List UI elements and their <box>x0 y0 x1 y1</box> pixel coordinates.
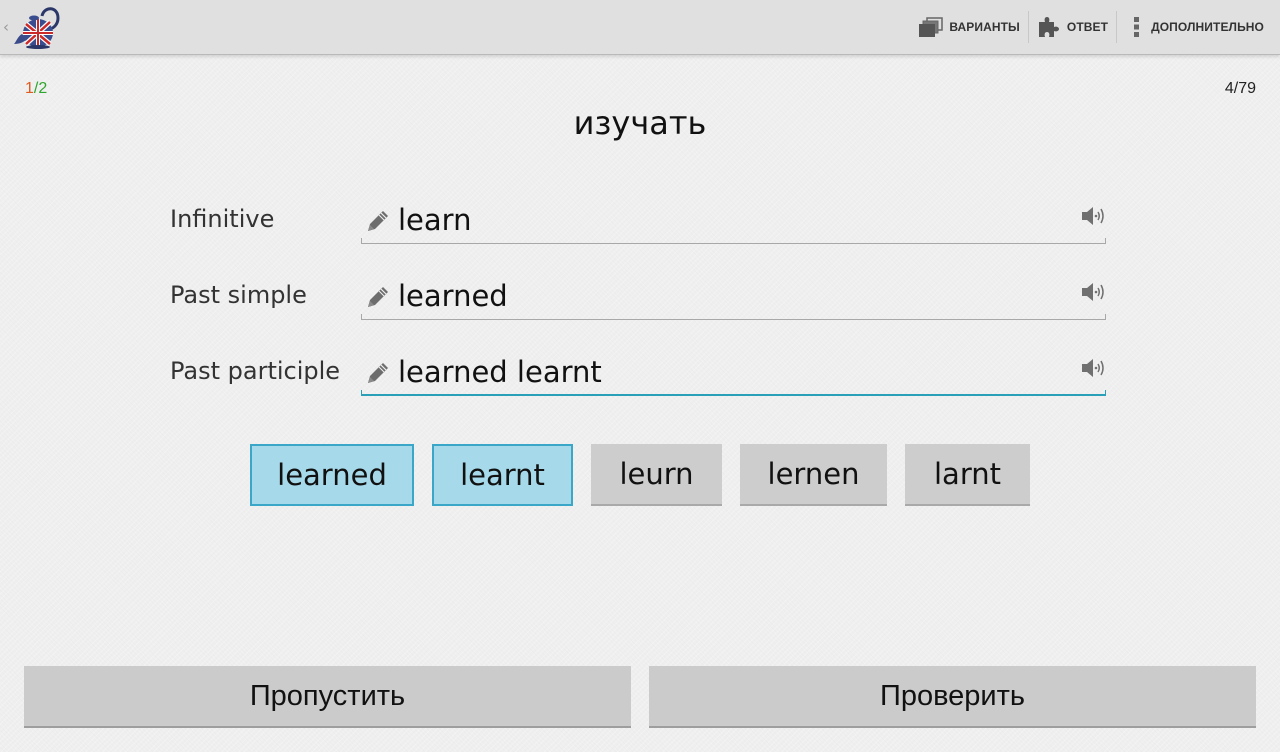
skip-button[interactable]: Пропустить <box>24 666 631 728</box>
attempt-total: 2 <box>38 80 48 97</box>
past-simple-label: Past simple <box>170 281 307 309</box>
options-button-label: ВАРИАНТЫ <box>949 20 1020 34</box>
field-underline-active <box>361 390 1106 396</box>
speaker-icon[interactable] <box>1080 280 1106 304</box>
options-button[interactable]: ВАРИАНТЫ <box>911 0 1028 54</box>
past-participle-field[interactable]: learned learnt <box>361 348 1106 396</box>
puzzle-piece-icon <box>1038 17 1059 37</box>
overflow-menu-icon <box>1134 17 1140 37</box>
answer-button-label: ОТВЕТ <box>1066 20 1109 34</box>
infinitive-field[interactable]: learn <box>361 196 1106 244</box>
option-chip-lernen[interactable]: lernen <box>740 444 887 506</box>
answer-button[interactable]: ОТВЕТ <box>1029 0 1116 54</box>
option-chip-learnt[interactable]: learnt <box>432 444 573 506</box>
check-button[interactable]: Проверить <box>649 666 1256 728</box>
option-chip-leurn[interactable]: leurn <box>591 444 722 506</box>
cards-stack-icon <box>919 17 944 37</box>
option-chip-learned[interactable]: learned <box>250 444 414 506</box>
word-title: изучать <box>573 104 707 142</box>
past-simple-value: learned <box>398 279 508 313</box>
field-underline <box>361 238 1106 244</box>
more-button[interactable]: ДОПОЛНИТЕЛЬНО <box>1117 0 1272 54</box>
speaker-icon[interactable] <box>1080 356 1106 380</box>
attempt-counter: 1/2 <box>25 80 47 98</box>
pencil-icon <box>368 287 388 307</box>
past-participle-label: Past participle <box>170 357 341 385</box>
app-logo-teapot-icon[interactable] <box>12 4 62 50</box>
past-participle-value: learned learnt <box>398 355 602 389</box>
infinitive-label: Infinitive <box>170 205 275 233</box>
card-counter: 4/79 <box>1224 80 1256 97</box>
up-navigation-icon[interactable]: ‹ <box>3 18 9 36</box>
action-bar-actions: ВАРИАНТЫ ОТВЕТ ДОПОЛНИТЕЛЬНО <box>911 0 1272 54</box>
attempt-current: 1 <box>25 80 34 97</box>
action-bar: ‹ ВАРИАНТЫ ОТВЕТ ДОПОЛНИТЕЛЬНО <box>0 0 1280 55</box>
speaker-icon[interactable] <box>1080 204 1106 228</box>
field-underline <box>361 314 1106 320</box>
option-chip-larnt[interactable]: larnt <box>905 444 1030 506</box>
pencil-icon <box>368 211 388 231</box>
pencil-icon <box>368 363 388 383</box>
past-simple-field[interactable]: learned <box>361 272 1106 320</box>
more-button-label: ДОПОЛНИТЕЛЬНО <box>1151 20 1264 34</box>
infinitive-value: learn <box>398 203 472 237</box>
